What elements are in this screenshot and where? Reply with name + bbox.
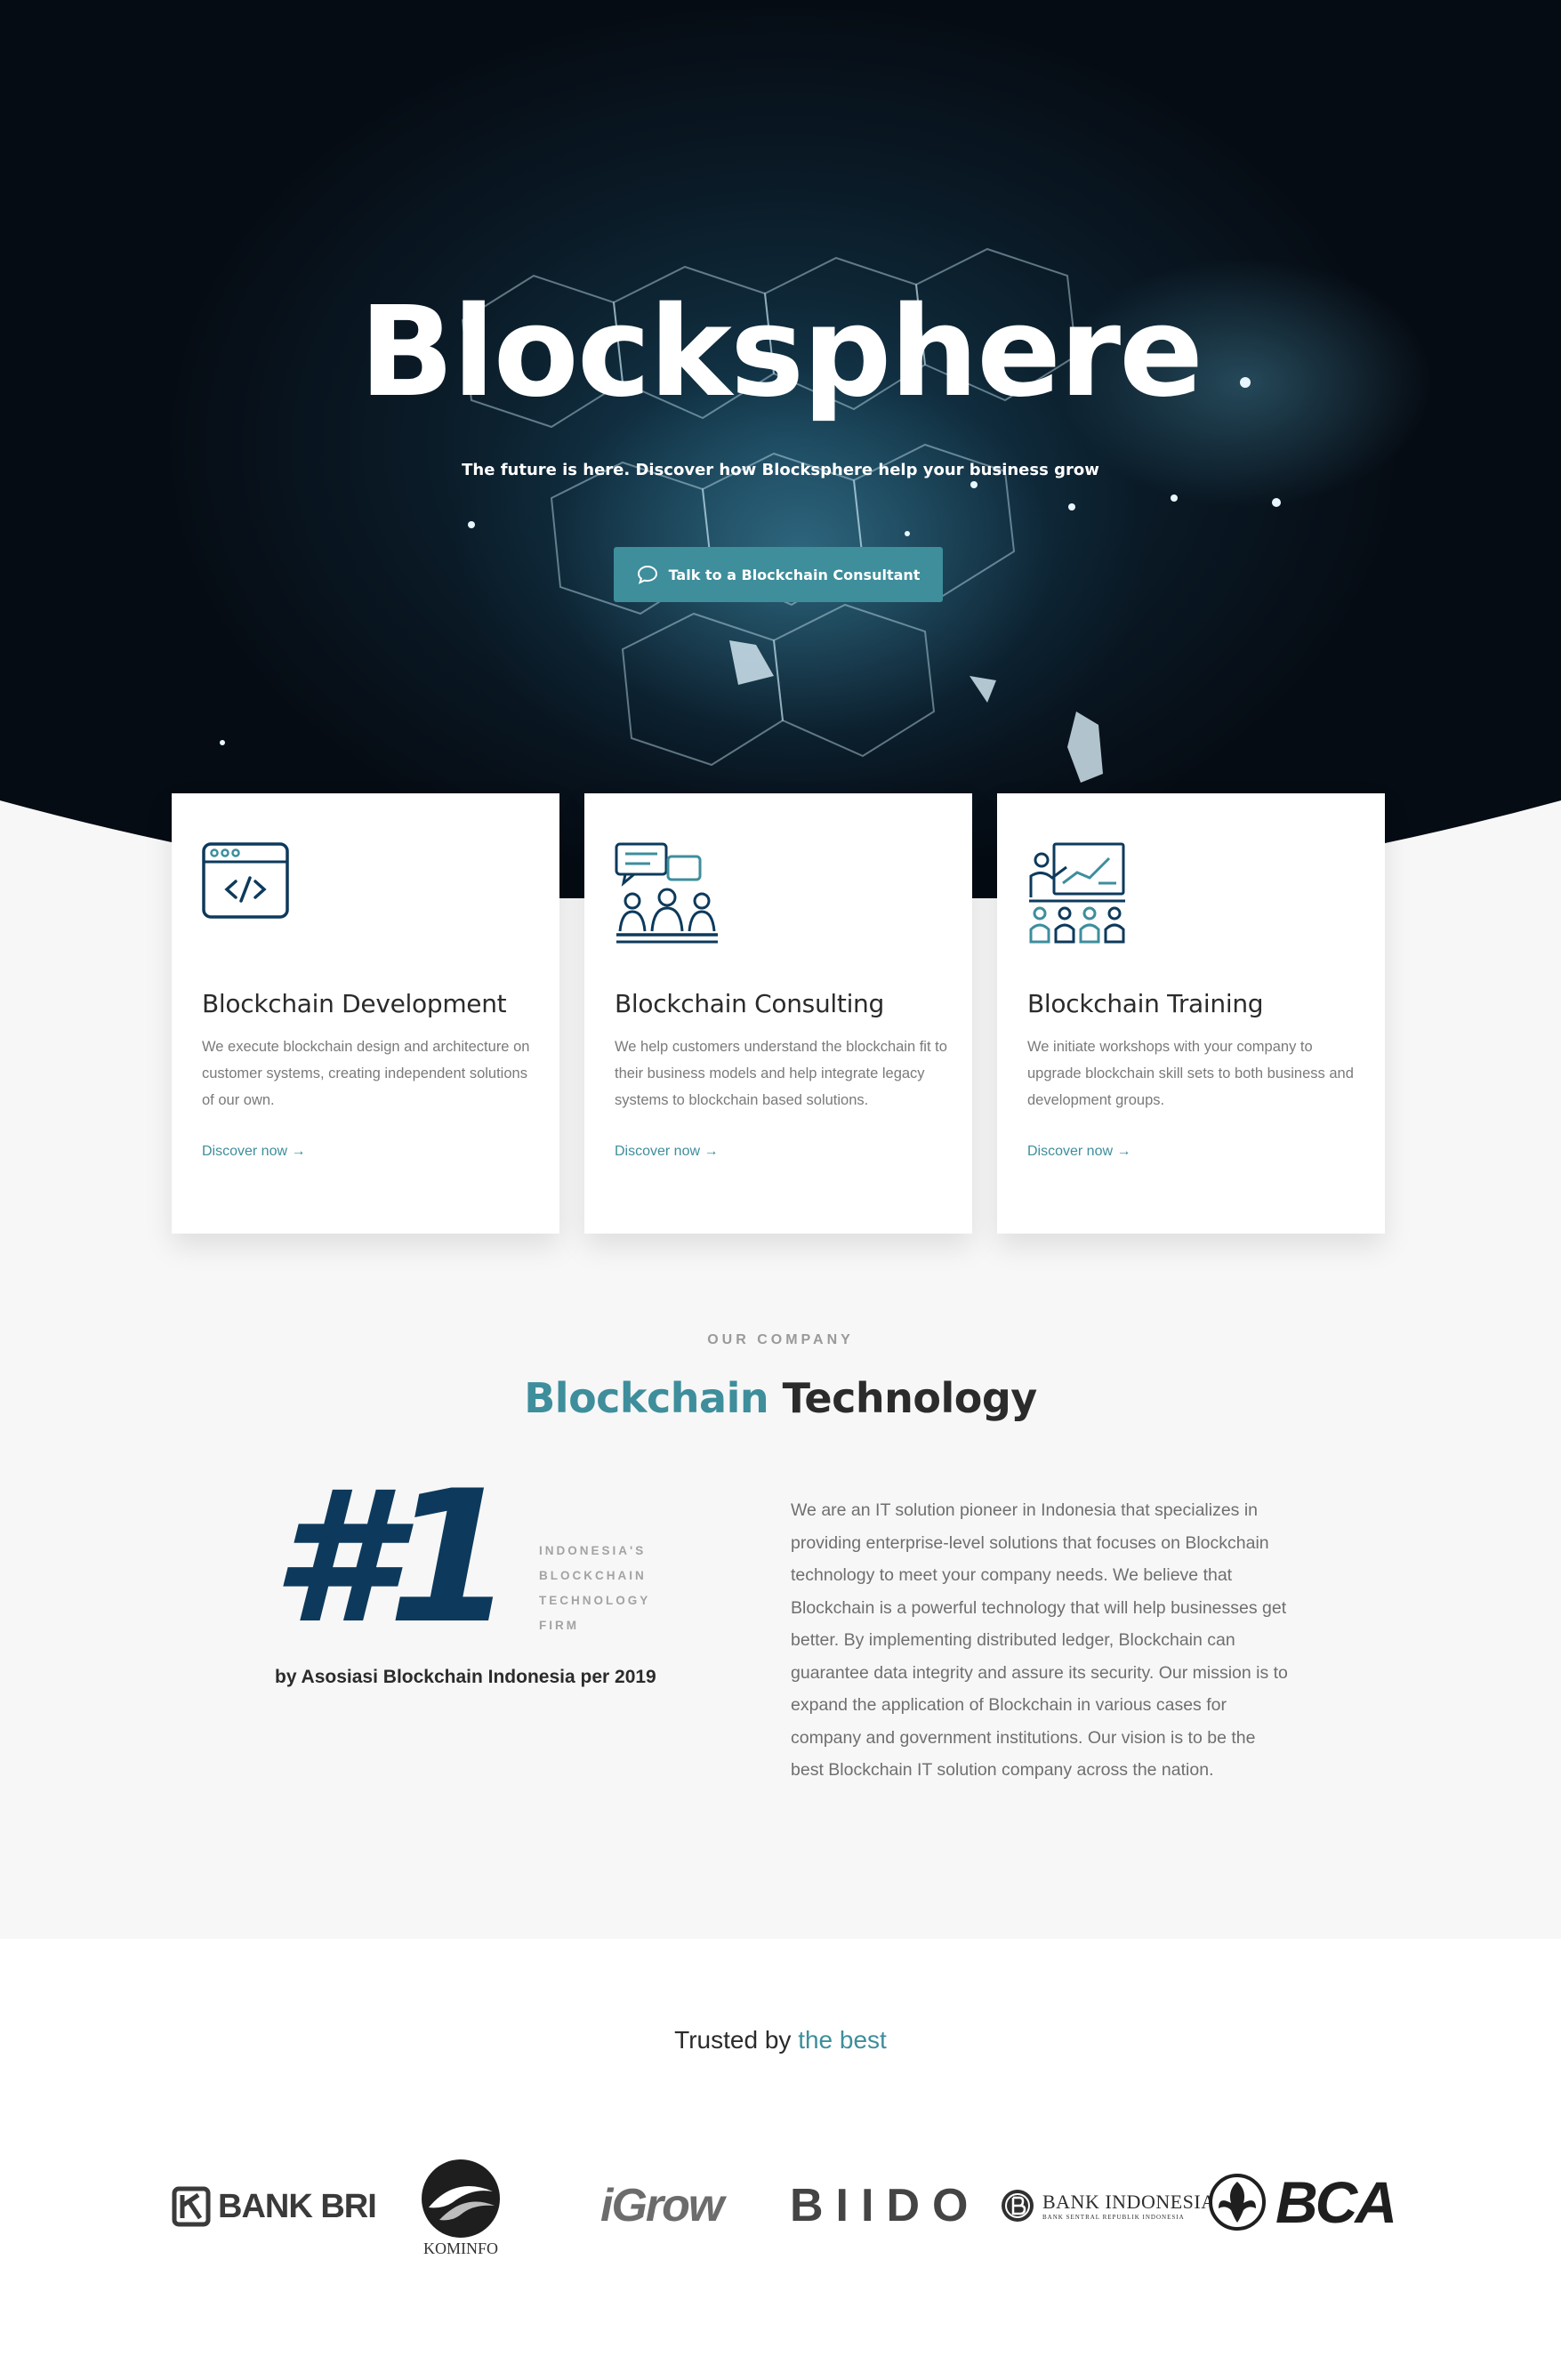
trusted-title: Trusted by the best <box>0 2026 1561 2054</box>
service-title: Blockchain Consulting <box>615 989 884 1018</box>
discover-link-consulting[interactable]: Discover now → <box>615 1144 718 1160</box>
bca-text: BCA <box>1275 2169 1397 2235</box>
section-title-rest: Technology <box>782 1374 1038 1422</box>
bank-indonesia-emblem-icon <box>1002 2190 1034 2222</box>
section-title: Blockchain Technology <box>0 1374 1561 1422</box>
page: Blocksphere The future is here. Discover… <box>0 0 1561 2380</box>
hero-section: Blocksphere The future is here. Discover… <box>0 0 1561 898</box>
service-card-consulting: Blockchain Consulting We help customers … <box>584 793 972 1234</box>
bca-emblem-icon <box>1209 2174 1266 2231</box>
service-description: We execute blockchain design and archite… <box>202 1039 530 1108</box>
bank-bri-logo: BANK BRI <box>172 2186 377 2227</box>
igrow-logo: iGrow <box>600 2179 724 2232</box>
bank-indonesia-text: BANK INDONESIA BANK SENTRAL REPUBLIK IND… <box>1042 2191 1216 2221</box>
discover-link-training[interactable]: Discover now → <box>1027 1144 1131 1160</box>
service-card-development: Blockchain Development We execute blockc… <box>172 793 559 1234</box>
section-eyebrow: OUR COMPANY <box>707 1332 854 1347</box>
service-title: Blockchain Development <box>202 989 507 1018</box>
rank-source: by Asosiasi Blockchain Indonesia per 201… <box>275 1667 656 1687</box>
bank-indonesia-name: BANK INDONESIA <box>1042 2191 1216 2213</box>
hero-bottom-curve <box>0 800 1561 898</box>
trusted-section: Trusted by the best BANK BRI KOMINFO iGr… <box>0 1939 1561 2380</box>
training-presentation-icon <box>1029 842 1125 944</box>
bank-indonesia-sub: BANK SENTRAL REPUBLIK INDONESIA <box>1042 2214 1185 2221</box>
rank-number: #1 <box>271 1452 514 1664</box>
service-description: We initiate workshops with your company … <box>1027 1039 1354 1108</box>
rank-tagline: INDONESIA'S BLOCKCHAIN TECHNOLOGY FIRM <box>539 1544 651 1632</box>
trusted-title-start: Trusted by <box>674 2026 792 2054</box>
consulting-team-icon <box>615 842 718 944</box>
kominfo-text: KOMINFO <box>422 2239 498 2257</box>
trusted-title-accent: the best <box>798 2026 887 2054</box>
bank-indonesia-logo: BANK INDONESIA BANK SENTRAL REPUBLIK IND… <box>1000 2188 1216 2223</box>
biido-text: BIIDO <box>790 2180 981 2231</box>
biido-logo: BIIDO <box>790 2179 980 2232</box>
service-card-training: Blockchain Training We initiate workshop… <box>997 793 1385 1234</box>
kominfo-emblem-icon <box>422 2159 500 2238</box>
code-window-icon <box>202 842 289 919</box>
discover-link-development[interactable]: Discover now → <box>202 1144 305 1160</box>
company-about-text: We are an IT solution pioneer in Indones… <box>791 1500 1288 1780</box>
kominfo-logo: KOMINFO <box>420 2158 502 2258</box>
igrow-text: iGrow <box>600 2180 724 2231</box>
bca-logo: BCA <box>1208 2168 1397 2236</box>
service-title: Blockchain Training <box>1027 989 1264 1018</box>
service-description: We help customers understand the blockch… <box>615 1039 947 1108</box>
bri-emblem-icon <box>172 2186 211 2227</box>
section-title-accent: Blockchain <box>524 1374 769 1422</box>
bri-text: BANK BRI <box>218 2187 377 2225</box>
